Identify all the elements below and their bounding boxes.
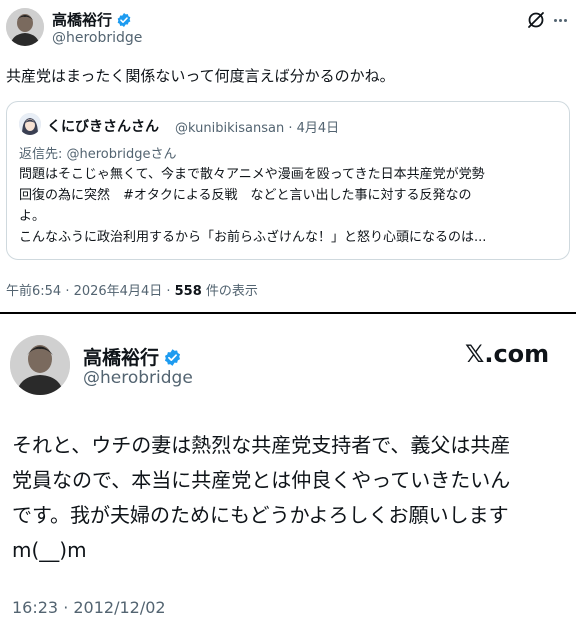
top-tweet: 高橋裕行 @herobridge 共産党はまったく関係ないって何度言えば分かるの… bbox=[0, 0, 576, 312]
author-handle[interactable]: @herobridge bbox=[52, 30, 142, 46]
quoted-tweet[interactable]: くにびきさんさん @kunibikisansan · 4月4日 返信先: @he… bbox=[6, 101, 570, 260]
tweet-text-line: m(__)m bbox=[12, 538, 87, 562]
author-name-text: 高橋裕行 bbox=[83, 347, 160, 369]
quoted-text-line: こんなふうに政治利用するから「お前らふざけんな！」と怒り心頭になるのは... bbox=[19, 230, 487, 245]
quoted-author-avatar[interactable] bbox=[19, 113, 41, 135]
tweet-text: それと、ウチの妻は熱烈な共産党支持者で、義父は共産 党員なので、本当に共産党とは… bbox=[12, 428, 567, 568]
tweet-text-line: それと、ウチの妻は熱烈な共産党支持者で、義父は共産 bbox=[12, 433, 511, 457]
views-count: 558 bbox=[174, 284, 202, 299]
tweet-timestamp[interactable]: 16:23 · 2012/12/02 bbox=[12, 598, 166, 617]
tweet-text-line: 党員なので、本当に共産党とは仲良くやっていきたいん bbox=[12, 468, 511, 492]
author-avatar[interactable] bbox=[10, 335, 70, 395]
author-name[interactable]: 高橋裕行 bbox=[52, 9, 132, 32]
tweet-text: 共産党はまったく関係ないって何度言えば分かるのかね。 bbox=[6, 67, 395, 85]
quoted-date[interactable]: · 4月4日 bbox=[288, 121, 339, 136]
author-handle[interactable]: @herobridge bbox=[83, 368, 193, 388]
divider bbox=[0, 312, 576, 314]
grok-icon[interactable] bbox=[526, 10, 546, 30]
x-logo[interactable]: 𝕏.com bbox=[465, 340, 549, 368]
quoted-meta: @kunibikisansan · 4月4日 bbox=[175, 117, 339, 136]
quoted-text: 問題はそこじゃ無くて、今まで散々アニメや漫画を殴ってきた日本共産党が党勢 回復の… bbox=[19, 164, 559, 248]
verified-badge-icon bbox=[116, 12, 132, 32]
more-options-icon[interactable] bbox=[550, 10, 570, 30]
reply-to-label: 返信先: @herobridgeさん bbox=[19, 147, 177, 162]
quoted-text-line: 問題はそこじゃ無くて、今まで散々アニメや漫画を殴ってきた日本共産党が党勢 bbox=[19, 167, 485, 182]
author-avatar[interactable] bbox=[6, 8, 44, 46]
quoted-text-line: 回復の為に突然 #オタクによる反戦 などと言い出した事に対する反発なの bbox=[19, 188, 472, 203]
tweet-timestamp: 午前6:54 · 2026年4月4日 · 558 件の表示 bbox=[6, 280, 258, 299]
quoted-author-name[interactable]: くにびきさんさん bbox=[47, 116, 159, 136]
quoted-text-line: よ。 bbox=[19, 209, 46, 224]
timestamp-text[interactable]: 午前6:54 · 2026年4月4日 · bbox=[6, 284, 175, 299]
quoted-author-handle[interactable]: @kunibikisansan bbox=[175, 121, 284, 136]
views-label: 件の表示 bbox=[201, 284, 258, 299]
tweet-text-line: です。我が夫婦のためにもどうかよろしくお願いします bbox=[12, 503, 509, 527]
author-name-text: 高橋裕行 bbox=[52, 11, 113, 29]
